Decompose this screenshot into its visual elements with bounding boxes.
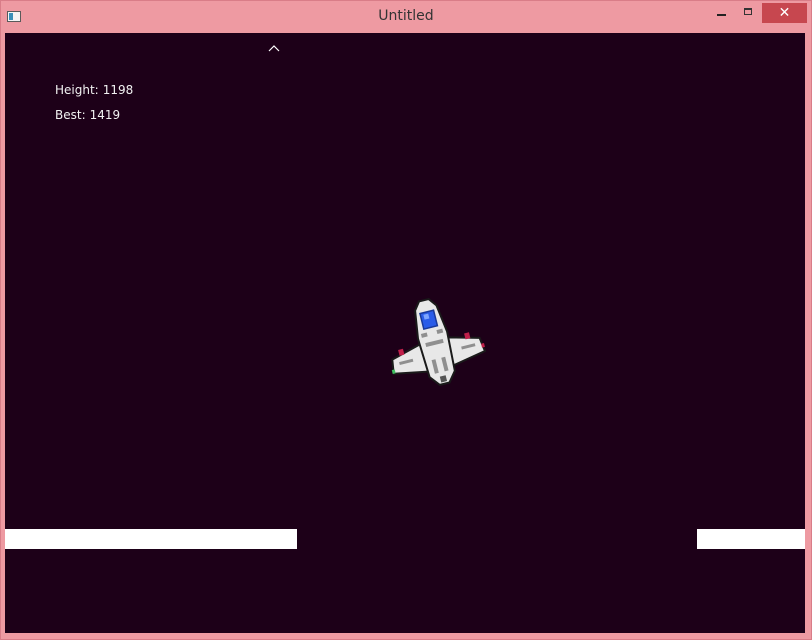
game-canvas[interactable]: Height: 1198 Best: 1419 (5, 33, 805, 633)
platform-left (5, 529, 297, 549)
title-bar[interactable]: Untitled ✕ (1, 1, 811, 32)
best-readout: Best: 1419 (55, 108, 120, 122)
best-label: Best: (55, 108, 86, 122)
height-readout: Height: 1198 (55, 83, 133, 97)
caret-up-icon (268, 45, 280, 52)
spaceship-icon (391, 297, 487, 386)
maximize-button[interactable] (734, 3, 761, 23)
minimize-icon (716, 14, 726, 16)
platform-right (697, 529, 805, 549)
height-value: 1198 (102, 83, 134, 97)
best-value: 1419 (89, 108, 121, 122)
minimize-button[interactable] (707, 3, 735, 23)
close-icon: ✕ (778, 5, 791, 21)
window-title: Untitled (378, 8, 434, 24)
maximize-icon (743, 7, 752, 15)
close-button[interactable]: ✕ (762, 3, 807, 23)
height-label: Height: (55, 83, 99, 97)
app-window: Untitled ✕ Height: 1198 Best: 1419 (0, 0, 812, 640)
